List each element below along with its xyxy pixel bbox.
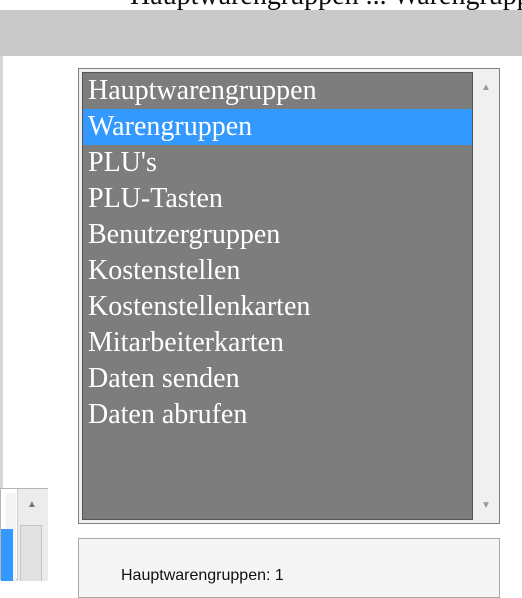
- cut-off-header-text: Hauptwarengruppen ... Warengruppen: [0, 0, 522, 10]
- list-item[interactable]: Warengruppen: [83, 109, 472, 145]
- left-scroll-up-button[interactable]: ▲: [17, 491, 47, 517]
- list-item[interactable]: Kostenstellen: [83, 253, 472, 289]
- list-item[interactable]: PLU-Tasten: [83, 181, 472, 217]
- toolbar-strip: [0, 10, 522, 56]
- list-item[interactable]: Hauptwarengruppen: [83, 73, 472, 109]
- detail-summary: Hauptwarengruppen: 1: [121, 567, 284, 584]
- triangle-up-icon: ▲: [27, 498, 37, 510]
- list-item[interactable]: Daten senden: [83, 361, 472, 397]
- list-item[interactable]: PLU's: [83, 145, 472, 181]
- scroll-thumb[interactable]: [20, 525, 42, 581]
- triangle-down-icon: ▼: [481, 499, 491, 511]
- detail-panel: Hauptwarengruppen: 1: [78, 538, 500, 598]
- list-item[interactable]: Daten abrufen: [83, 397, 472, 433]
- listbox-scrollbar[interactable]: ▲ ▼: [475, 72, 497, 520]
- list-area: Hauptwarengruppen Warengruppen PLU's PLU-Ta…: [82, 72, 473, 520]
- scroll-up-button[interactable]: ▲: [475, 76, 497, 98]
- list-item[interactable]: Benutzergruppen: [83, 217, 472, 253]
- left-list-selection[interactable]: [1, 529, 13, 581]
- data-type-listbox[interactable]: Hauptwarengruppen Warengruppen PLU's PLU-Ta…: [78, 68, 500, 524]
- scroll-down-button[interactable]: ▼: [475, 494, 497, 516]
- list-item[interactable]: Mitarbeiterkarten: [83, 325, 472, 361]
- triangle-up-icon: ▲: [481, 81, 491, 93]
- list-item[interactable]: Kostenstellenkarten: [83, 289, 472, 325]
- left-list-scrollbar[interactable]: ▲: [0, 488, 48, 581]
